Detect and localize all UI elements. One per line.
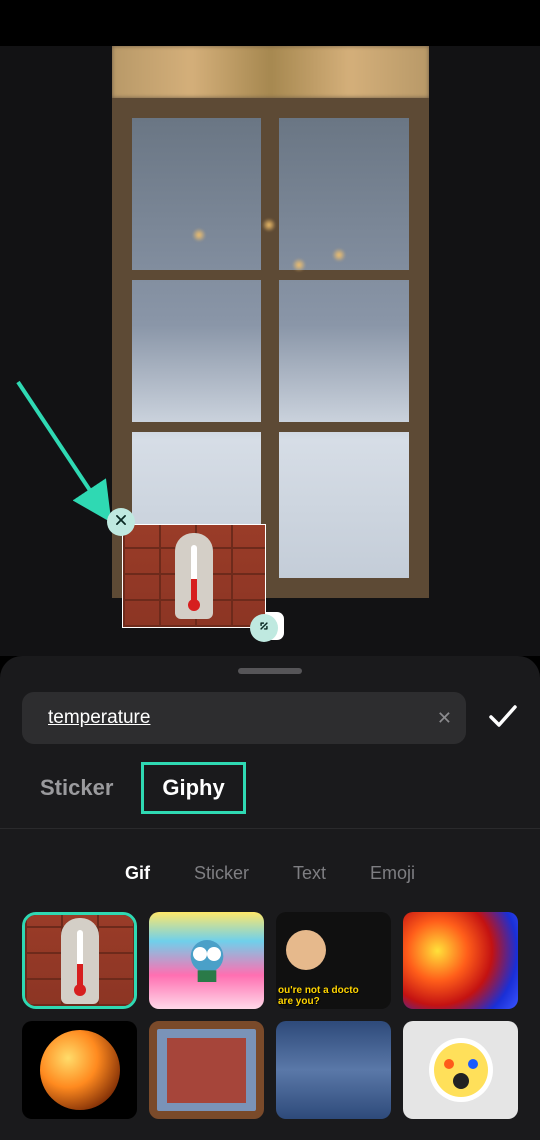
gif-result-6[interactable] — [149, 1021, 264, 1118]
subtab-gif[interactable]: Gif — [125, 863, 150, 884]
panel-drag-handle[interactable] — [238, 668, 302, 674]
annotation-arrow — [12, 376, 122, 526]
resize-icon — [257, 619, 271, 638]
gif-result-4[interactable] — [403, 912, 518, 1009]
close-icon — [114, 513, 128, 532]
tab-giphy[interactable]: Giphy — [141, 762, 245, 814]
subtab-emoji[interactable]: Emoji — [370, 863, 415, 884]
thermometer-graphic — [175, 533, 213, 619]
video-canvas[interactable] — [112, 46, 429, 598]
video-preview-area — [0, 46, 540, 656]
status-bar-area — [0, 0, 540, 46]
checkmark-icon — [488, 715, 518, 732]
placed-sticker[interactable] — [122, 524, 266, 628]
gif-result-8[interactable] — [403, 1021, 518, 1118]
clear-search-button[interactable]: ✕ — [437, 708, 452, 729]
tab-sticker[interactable]: Sticker — [22, 765, 131, 811]
source-tabs: Sticker Giphy — [0, 744, 540, 829]
gif-caption-line1: ou're not a docto — [278, 985, 359, 996]
search-query-text: temperature — [48, 707, 425, 729]
gif-result-1[interactable] — [22, 912, 137, 1009]
gif-result-3[interactable]: ou're not a docto are you? — [276, 912, 391, 1009]
window-frame — [112, 98, 429, 598]
gif-result-2[interactable] — [149, 912, 264, 1009]
gif-result-7[interactable] — [276, 1021, 391, 1118]
gif-result-5[interactable] — [22, 1021, 137, 1118]
subtab-sticker[interactable]: Sticker — [194, 863, 249, 884]
subtab-text[interactable]: Text — [293, 863, 326, 884]
resize-sticker-handle[interactable] — [250, 614, 278, 642]
tinsel-decoration — [112, 46, 429, 98]
gif-caption-line2: are you? — [278, 996, 320, 1007]
confirm-button[interactable] — [488, 704, 518, 733]
search-input[interactable]: temperature ✕ — [22, 692, 466, 744]
delete-sticker-button[interactable] — [107, 508, 135, 536]
giphy-category-tabs: Gif Sticker Text Emoji — [0, 829, 540, 912]
gif-results-grid: ou're not a docto are you? — [0, 912, 540, 1119]
sticker-panel: temperature ✕ Sticker Giphy Gif Sticker … — [0, 656, 540, 1140]
clear-icon: ✕ — [437, 708, 452, 728]
